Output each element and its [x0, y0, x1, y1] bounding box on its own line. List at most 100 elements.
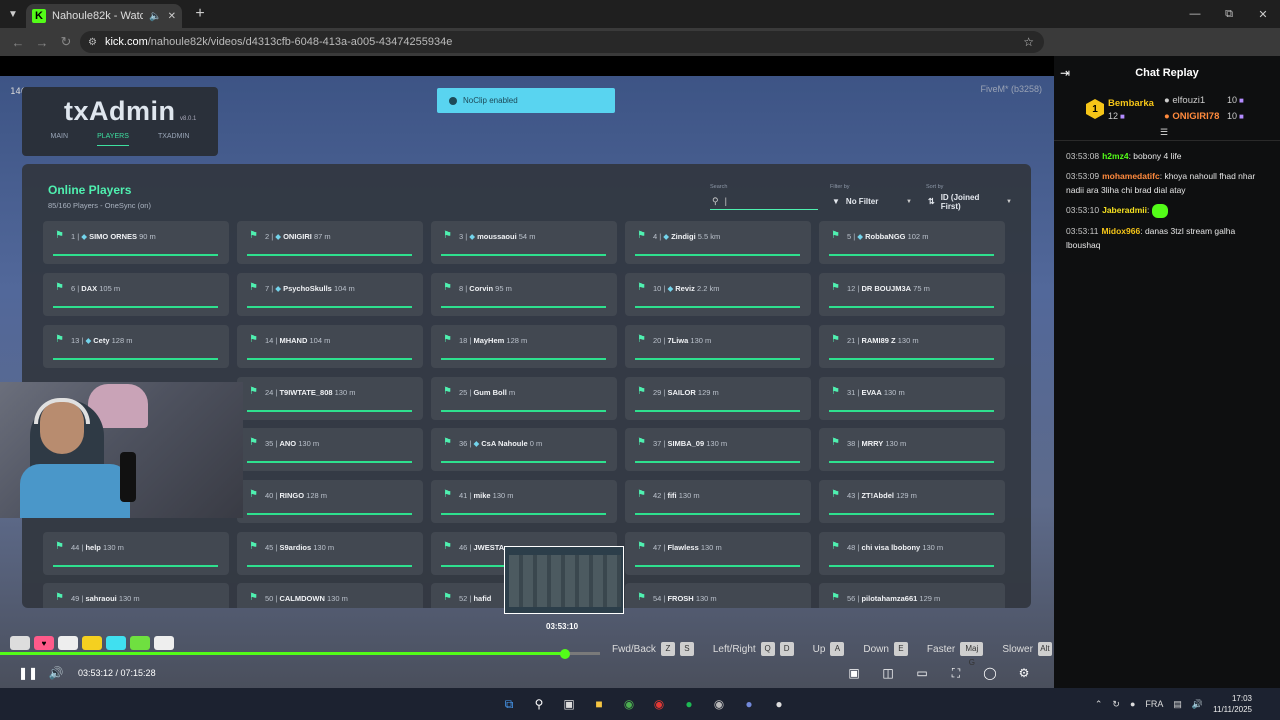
tab-txadmin[interactable]: TXADMIN — [158, 133, 190, 146]
search-input[interactable]: ⚲ | — [710, 193, 818, 210]
txadmin-menu-header: txAdmin v8.0.1 MAIN PLAYERS TXADMIN — [22, 87, 218, 156]
player-card[interactable]: ⚑ 42 | fifi 130 m — [625, 480, 811, 523]
video-player[interactable]: 146fps FiveM* (b3258) NoClip enabled txA… — [0, 76, 1054, 688]
top-gifter-name[interactable]: Bembarka — [1108, 98, 1154, 109]
speaker-icon[interactable]: 🔈 — [149, 11, 161, 22]
player-card[interactable]: ⚑ 36 | ◆ CsA Nahoule 0 m — [431, 428, 617, 471]
spotify-icon[interactable]: ● — [677, 692, 701, 716]
health-bar — [635, 358, 800, 360]
player-card[interactable]: ⚑ 29 | SAILOR 129 m — [625, 377, 811, 420]
player-card[interactable]: ⚑ 24 | T9IWTATE_808 130 m — [237, 377, 423, 420]
chevron-up-icon[interactable]: ⌃ — [1095, 699, 1103, 710]
player-card[interactable]: ⚑ 4 | ◆ Zindigi 5.5 km — [625, 221, 811, 264]
player-card[interactable]: ⚑ 49 | sahraoui 130 m — [43, 583, 229, 608]
clip-icon[interactable]: ◫ — [874, 662, 902, 684]
message-username[interactable]: mohamedatifc — [1102, 171, 1160, 181]
player-card[interactable]: ⚑ 13 | ◆ Cety 128 m — [43, 325, 229, 368]
player-card[interactable]: ⚑ 1 | ◆ SIMO ORNES 90 m — [43, 221, 229, 264]
steam-icon[interactable]: ◉ — [707, 692, 731, 716]
app-icon[interactable]: ● — [767, 692, 791, 716]
pip-icon[interactable]: ▣ — [840, 662, 868, 684]
new-tab-button[interactable]: + — [188, 2, 212, 26]
player-card[interactable]: ⚑ 38 | MRRY 130 m — [819, 428, 1005, 471]
filter-select[interactable]: ▼ No Filter ▼ — [832, 193, 912, 210]
close-window-icon[interactable]: ✕ — [1246, 0, 1280, 28]
windows-start-icon[interactable]: ⧉ — [497, 692, 521, 716]
pause-icon[interactable]: ❚❚ — [14, 662, 42, 684]
player-card[interactable]: ⚑ 45 | S9ardios 130 m — [237, 532, 423, 575]
player-card[interactable]: ⚑ 44 | help 130 m — [43, 532, 229, 575]
speed-icon[interactable]: ◯ — [976, 662, 1004, 684]
message-username[interactable]: h2mz4 — [1102, 151, 1128, 161]
chrome-icon[interactable]: ◉ — [617, 692, 641, 716]
player-id: 49 — [71, 594, 80, 603]
back-icon[interactable]: ← — [6, 30, 30, 54]
sort-select[interactable]: ⇅ ID (Joined First) ▼ — [928, 193, 1012, 211]
player-card[interactable]: ⚑ 20 | 7Liwa 130 m — [625, 325, 811, 368]
player-card[interactable]: ⚑ 5 | ◆ RobbaNGG 102 m — [819, 221, 1005, 264]
minimize-icon[interactable]: — — [1178, 0, 1212, 28]
settings-gear-icon[interactable]: ⚙ — [1010, 662, 1038, 684]
player-card[interactable]: ⚑ 10 | ◆ Reviz 2.2 km — [625, 273, 811, 316]
url-text[interactable]: kick.com/nahoule82k/videos/d4313cfb-6048… — [105, 36, 452, 48]
search-icon: ⚲ — [712, 195, 719, 206]
tab-main[interactable]: MAIN — [51, 133, 69, 146]
network-icon[interactable]: ▤ — [1173, 699, 1182, 710]
message-username[interactable]: Midox966 — [1101, 226, 1140, 236]
player-card[interactable]: ⚑ 54 | FROSH 130 m — [625, 583, 811, 608]
player-card[interactable]: ⚑ 7 | ◆ PsychoSkulls 104 m — [237, 273, 423, 316]
player-card[interactable]: ⚑ 21 | RAMI89 Z 130 m — [819, 325, 1005, 368]
player-card[interactable]: ⚑ 25 | Gum Boll m — [431, 377, 617, 420]
player-card[interactable]: ⚑ 47 | Flawless 130 m — [625, 532, 811, 575]
forward-icon[interactable]: → — [30, 30, 54, 54]
player-card[interactable]: ⚑ 3 | ◆ moussaoui 54 m — [431, 221, 617, 264]
player-card[interactable]: ⚑ 6 | DAX 105 m — [43, 273, 229, 316]
microphone-icon[interactable]: ● — [1130, 699, 1135, 709]
player-card[interactable]: ⚑ 2 | ◆ ONIGIRI 87 m — [237, 221, 423, 264]
player-card[interactable]: ⚑ 37 | SIMBA_09 130 m — [625, 428, 811, 471]
omnibox[interactable]: ⚙ kick.com/nahoule82k/videos/d4313cfb-60… — [80, 31, 1044, 53]
restore-icon[interactable]: ⧉ — [1212, 0, 1246, 28]
seek-handle[interactable] — [560, 649, 570, 659]
player-card[interactable]: ⚑ 31 | EVAA 130 m — [819, 377, 1005, 420]
player-name: PsychoSkulls — [283, 284, 332, 293]
player-card[interactable]: ⚑ 35 | ANO 130 m — [237, 428, 423, 471]
file-explorer-icon[interactable]: ■ — [587, 692, 611, 716]
reload-icon[interactable]: ↻ — [54, 30, 78, 54]
player-card[interactable]: ⚑ 48 | chi visa lbobony 130 m — [819, 532, 1005, 575]
fullscreen-icon[interactable]: ⛶ — [942, 662, 970, 684]
player-card[interactable]: ⚑ 18 | MayHem 128 m — [431, 325, 617, 368]
tab-players[interactable]: PLAYERS — [97, 133, 129, 146]
player-card[interactable]: ⚑ 14 | MHAND 104 m — [237, 325, 423, 368]
volume-icon[interactable]: 🔊 — [42, 662, 70, 684]
language-indicator[interactable]: FRA — [1145, 699, 1163, 709]
player-card[interactable]: ⚑ 40 | RINGO 128 m — [237, 480, 423, 523]
app-icon[interactable]: ◉ — [647, 692, 671, 716]
browser-tab[interactable]: K Nahoule82k - Watch the VO 🔈 ✕ — [26, 4, 182, 28]
player-card[interactable]: ⚑ 43 | ZT!Abdel 129 m — [819, 480, 1005, 523]
player-card[interactable]: ⚑ 12 | DR BOUJM3A 75 m — [819, 273, 1005, 316]
health-bar — [53, 306, 218, 308]
speaker-icon[interactable]: 🔊 — [1192, 699, 1203, 710]
seek-bar[interactable] — [0, 649, 1054, 659]
message-username[interactable]: Jaberadmii — [1102, 205, 1147, 215]
second-gifter-name[interactable]: ● elfouzi1 — [1164, 95, 1205, 106]
player-card[interactable]: ⚑ 56 | pilotahamza661 129 m — [819, 583, 1005, 608]
task-view-icon[interactable]: ▣ — [557, 692, 581, 716]
close-tab-icon[interactable]: ✕ — [168, 11, 176, 22]
discord-icon[interactable]: ● — [737, 692, 761, 716]
third-gifter-name[interactable]: ● ONIGIRI78 — [1164, 111, 1219, 122]
search-icon[interactable]: ⚲ — [527, 692, 551, 716]
player-card[interactable]: ⚑ 8 | Corvin 95 m — [431, 273, 617, 316]
expand-leaderboard-icon[interactable]: ☰ — [1160, 127, 1168, 138]
clock[interactable]: 17:03 11/11/2025 — [1213, 693, 1252, 715]
sync-icon[interactable]: ↻ — [1112, 699, 1120, 710]
player-card[interactable]: ⚑ 50 | CALMDOWN 130 m — [237, 583, 423, 608]
theater-mode-icon[interactable]: ▭ — [908, 662, 936, 684]
text-cursor: | — [724, 196, 727, 206]
shield-icon: ◆ — [275, 284, 282, 293]
player-card[interactable]: ⚑ 41 | mike 130 m — [431, 480, 617, 523]
tab-search-icon[interactable]: ▼ — [0, 0, 26, 28]
bookmark-star-icon[interactable]: ☆ — [1023, 35, 1034, 49]
site-info-icon[interactable]: ⚙ — [88, 37, 97, 48]
